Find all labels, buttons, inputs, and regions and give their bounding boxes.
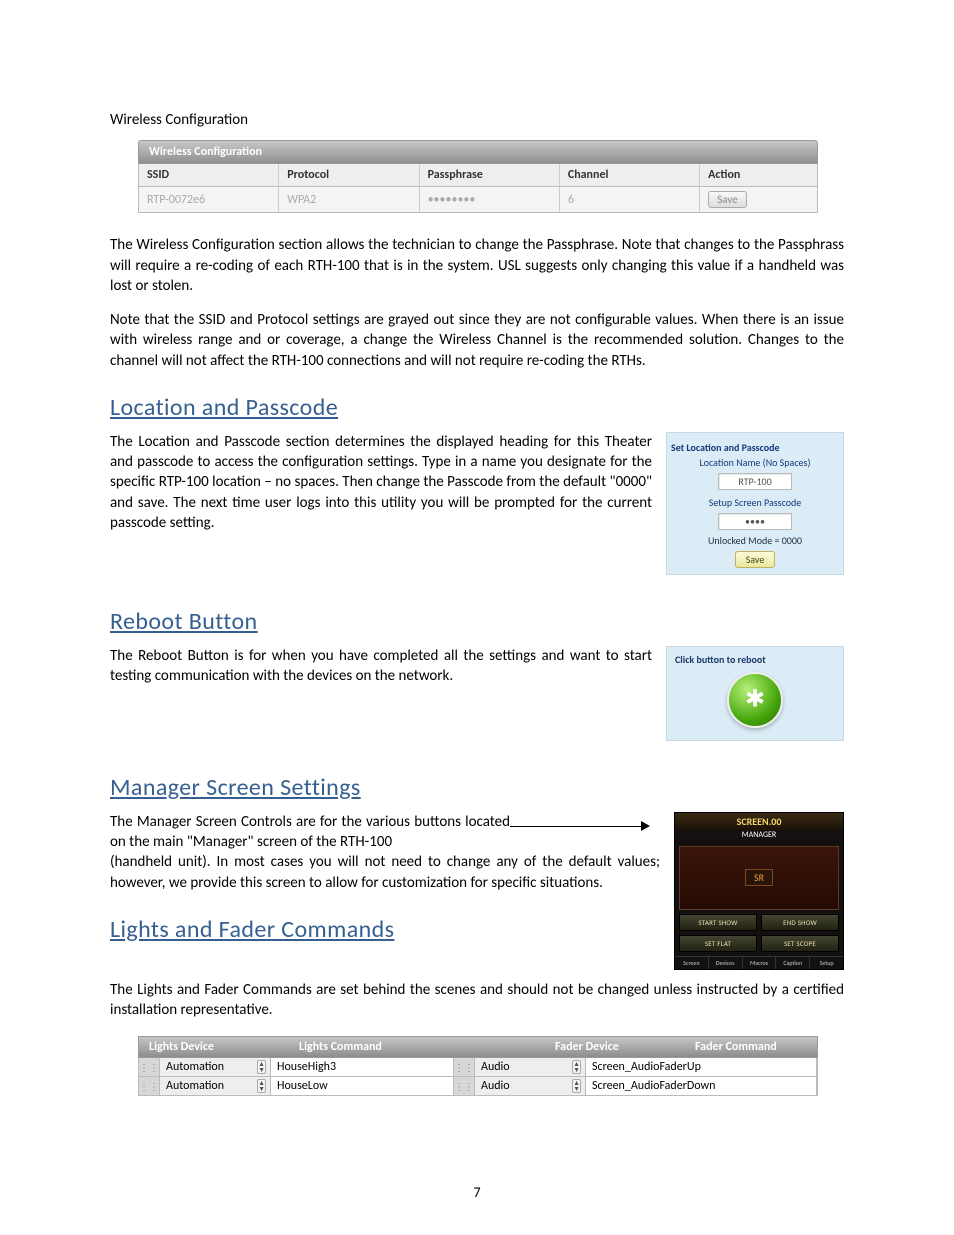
mgr-foot-macros[interactable]: Macros — [743, 957, 777, 969]
lf-h-fader-device: Fader Device — [545, 1037, 685, 1057]
wc-title: Wireless Configuration — [138, 140, 818, 164]
stepper-icon[interactable]: ▲▼ — [257, 1060, 266, 1074]
location-passcode-panel: Set Location and Passcode Location Name … — [666, 432, 844, 575]
mgr-footer: Screen Devices Macros Caption Setup — [675, 956, 843, 969]
lf-fader-command[interactable]: Screen_AudioFaderUp — [586, 1058, 817, 1076]
wireless-config-panel: Wireless Configuration SSID Protocol Pas… — [138, 140, 818, 213]
wc-protocol: WPA2 — [279, 187, 419, 212]
wc-h-action: Action — [700, 164, 817, 186]
para-mgr-a: The Manager Screen Controls are for the … — [110, 812, 510, 853]
lf-h-fader-command: Fader Command — [685, 1037, 817, 1057]
mgr-set-scope-button[interactable]: SET SCOPE — [761, 935, 839, 952]
heading-location: Location and Passcode — [110, 393, 844, 422]
lf-lights-command[interactable]: HouseHigh3 — [271, 1058, 454, 1076]
para-wc-1: The Wireless Configuration section allow… — [110, 235, 844, 296]
wc-save-button[interactable]: Save — [708, 191, 746, 208]
wc-h-pass: Passphrase — [420, 164, 560, 186]
loc-name-label: Location Name (No Spaces) — [671, 456, 839, 469]
wc-h-ssid: SSID — [139, 164, 279, 186]
mgr-foot-setup[interactable]: Setup — [810, 957, 843, 969]
loc-pass-label: Setup Screen Passcode — [671, 496, 839, 509]
mgr-screen-sub: MANAGER — [675, 830, 843, 842]
mgr-end-show-button[interactable]: END SHOW — [761, 914, 839, 931]
lf-lights-device-select[interactable]: Automation ▲▼ — [160, 1077, 271, 1095]
lf-fader-command[interactable]: Screen_AudioFaderDown — [586, 1077, 817, 1095]
page-number: 7 — [0, 1184, 954, 1201]
lf-fader-device-select[interactable]: Audio ▲▼ — [475, 1058, 586, 1076]
lf-row: ⋮⋮ Automation ▲▼ HouseHigh3 ⋮⋮ Audio ▲▼ … — [138, 1058, 818, 1077]
mgr-sr-label: SR — [745, 869, 773, 886]
lights-fader-panel: Lights Device Lights Command Fader Devic… — [138, 1036, 818, 1096]
lf-h-lights-command: Lights Command — [289, 1037, 499, 1057]
mgr-stage: SR — [679, 846, 839, 910]
lf-lights-command[interactable]: HouseLow — [271, 1077, 454, 1095]
wc-data-row: RTP-0072e6 WPA2 •••••••• 6 Save — [138, 187, 818, 213]
manager-screen-panel: SCREEN.00 MANAGER SR START SHOW END SHOW… — [674, 812, 844, 970]
wc-channel[interactable]: 6 — [560, 187, 700, 212]
top-label: Wireless Configuration — [110, 110, 844, 130]
loc-save-button[interactable]: Save — [735, 551, 776, 568]
mgr-foot-caption[interactable]: Caption — [776, 957, 810, 969]
wc-header-row: SSID Protocol Passphrase Channel Action — [138, 164, 818, 187]
stepper-icon[interactable]: ▲▼ — [572, 1079, 581, 1093]
heading-reboot: Reboot Button — [110, 607, 844, 636]
stepper-icon[interactable]: ▲▼ — [572, 1060, 581, 1074]
mgr-foot-screen[interactable]: Screen — [675, 957, 709, 969]
reboot-label: Click button to reboot — [675, 653, 835, 666]
drag-handle-icon[interactable]: ⋮⋮ — [139, 1077, 160, 1095]
drag-handle-icon[interactable]: ⋮⋮ — [454, 1077, 475, 1095]
lf-header-row: Lights Device Lights Command Fader Devic… — [138, 1036, 818, 1058]
mgr-foot-devices[interactable]: Devices — [709, 957, 743, 969]
drag-handle-icon[interactable]: ⋮⋮ — [454, 1058, 475, 1076]
lf-row: ⋮⋮ Automation ▲▼ HouseLow ⋮⋮ Audio ▲▼ Sc… — [138, 1077, 818, 1096]
arrow-icon — [510, 820, 650, 832]
reboot-button[interactable] — [727, 672, 783, 728]
para-wc-2: Note that the SSID and Protocol settings… — [110, 310, 844, 371]
heading-manager: Manager Screen Settings — [110, 773, 844, 802]
loc-pass-input[interactable]: •••• — [718, 513, 792, 530]
mgr-screen-title: SCREEN.00 — [675, 813, 843, 830]
mgr-set-flat-button[interactable]: SET FLAT — [679, 935, 757, 952]
para-lf: The Lights and Fader Commands are set be… — [110, 980, 844, 1021]
stepper-icon[interactable]: ▲▼ — [257, 1079, 266, 1093]
lf-lights-device-select[interactable]: Automation ▲▼ — [160, 1058, 271, 1076]
loc-note: Unlocked Mode = 0000 — [671, 534, 839, 547]
loc-title: Set Location and Passcode — [671, 441, 839, 454]
wc-pass[interactable]: •••••••• — [420, 187, 560, 212]
wc-ssid: RTP-0072e6 — [139, 187, 279, 212]
wc-h-channel: Channel — [560, 164, 700, 186]
wc-h-protocol: Protocol — [279, 164, 419, 186]
drag-handle-icon[interactable]: ⋮⋮ — [139, 1058, 160, 1076]
lf-fader-device-select[interactable]: Audio ▲▼ — [475, 1077, 586, 1095]
mgr-start-show-button[interactable]: START SHOW — [679, 914, 757, 931]
reboot-panel: Click button to reboot — [666, 646, 844, 741]
loc-name-input[interactable]: RTP-100 — [718, 473, 792, 490]
lf-h-lights-device: Lights Device — [139, 1037, 289, 1057]
